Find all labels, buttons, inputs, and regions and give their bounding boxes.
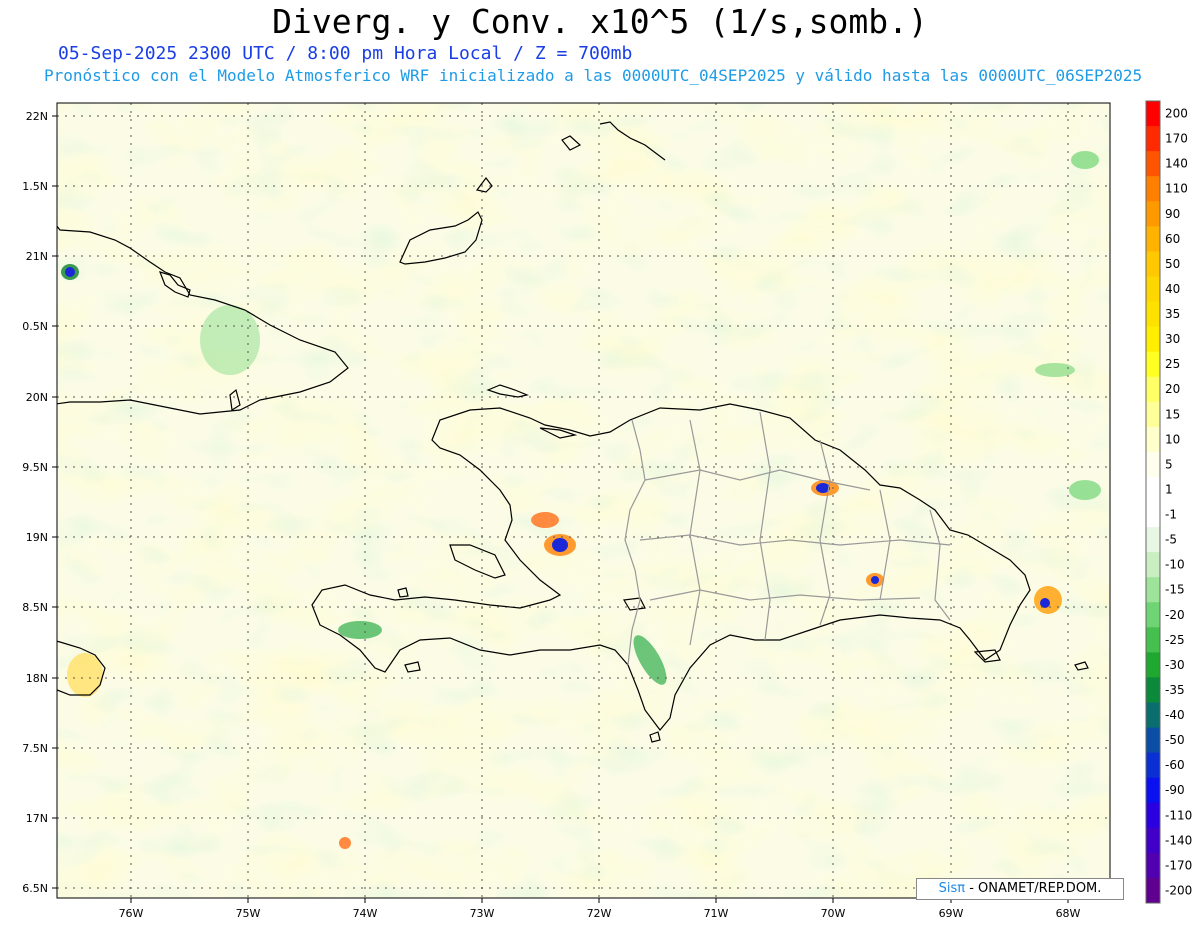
colorbar-label: 90 [1165,207,1180,221]
colorbar-swatch [1146,451,1160,478]
colorbar-swatch [1146,401,1160,428]
colorbar-label: 10 [1165,432,1180,446]
pi-symbol: π [957,881,966,896]
colorbar-label: -60 [1165,758,1185,772]
lat-label: 19N [26,531,48,544]
lat-label: 8.5N [22,601,48,614]
lat-label: 18N [26,672,48,685]
lon-label: 70W [821,907,846,920]
colorbar-label: -5 [1165,533,1177,547]
colorbar-swatch [1146,326,1160,353]
lat-label: 7.5N [22,742,48,755]
colorbar-label: 110 [1165,182,1188,196]
colorbar-label: -20 [1165,608,1185,622]
colorbar-label: 40 [1165,282,1180,296]
colorbar-swatch [1146,802,1160,829]
colorbar-swatch [1146,652,1160,678]
colorbar-swatch [1146,877,1160,904]
colorbar-swatch [1146,276,1160,302]
lat-label: 17N [26,812,48,825]
colorbar-swatch [1146,577,1160,603]
colorbar-label: -200 [1165,883,1192,897]
colorbar-swatch [1146,426,1160,453]
map-svg: 22N 1.5N 21N 0.5N 20N 9.5N 19N 8.5N 18N … [22,100,1192,920]
lon-label: 72W [587,907,612,920]
colorbar-swatch [1146,527,1160,553]
lat-label: 9.5N [22,461,48,474]
colorbar-swatch [1146,101,1160,127]
colorbar-label: 140 [1165,157,1188,171]
colorbar-swatch [1146,201,1160,227]
colorbar-swatch [1146,777,1160,804]
lon-label: 73W [470,907,495,920]
colorbar-swatch [1146,627,1160,653]
lon-label: 69W [939,907,964,920]
colorbar-swatch [1146,176,1160,202]
map-figure: 22N 1.5N 21N 0.5N 20N 9.5N 19N 8.5N 18N … [0,0,1200,927]
colorbar-swatch [1146,702,1160,729]
colorbar-label: 25 [1165,357,1180,371]
divergence-field [57,103,1110,898]
colorbar-label: -110 [1165,808,1192,822]
lat-labels: 22N 1.5N 21N 0.5N 20N 9.5N 19N 8.5N 18N … [22,110,48,895]
lat-label: 0.5N [22,320,48,333]
colorbar-label: 170 [1165,132,1188,146]
colorbar-label: -30 [1165,658,1185,672]
colorbar-label: -25 [1165,633,1185,647]
lat-label: 1.5N [22,180,48,193]
colorbar-label: 60 [1165,232,1180,246]
credit-box: Sisπ - ONAMET/REP.DOM. [916,878,1124,900]
colorbar-label: -15 [1165,583,1185,597]
lat-label: 21N [26,250,48,263]
colorbar-label: 50 [1165,257,1180,271]
colorbar-swatch [1146,752,1160,779]
lat-label: 20N [26,391,48,404]
colorbar-label: -1 [1165,508,1177,522]
colorbar-label: -140 [1165,833,1192,847]
colorbar-label: -170 [1165,858,1192,872]
colorbar-swatch [1146,301,1160,328]
colorbar-swatch [1146,552,1160,578]
lon-label: 68W [1056,907,1081,920]
lon-label: 71W [704,907,729,920]
colorbar-label: 30 [1165,332,1180,346]
colorbar-label: 1 [1165,482,1173,496]
colorbar-label: -35 [1165,683,1185,697]
lon-label: 76W [119,907,144,920]
colorbar: 200 170 140 110 90 60 50 40 35 30 25 20 15 10 5 1 -1 -5 -1… [1145,100,1192,904]
colorbar-label: 35 [1165,307,1180,321]
colorbar-label: -90 [1165,783,1185,797]
colorbar-swatch [1146,602,1160,628]
colorbar-swatch [1146,476,1160,503]
credit-text: - ONAMET/REP.DOM. [969,881,1102,896]
lat-label: 6.5N [22,882,48,895]
colorbar-swatch [1146,351,1160,378]
colorbar-swatch [1146,376,1160,403]
colorbar-label: 200 [1165,107,1188,121]
colorbar-label: 5 [1165,457,1173,471]
sispi-logo-text: Sis [938,881,958,896]
colorbar-swatch [1146,677,1160,703]
colorbar-label: 20 [1165,382,1180,396]
colorbar-swatch [1146,502,1160,528]
colorbar-swatch [1146,852,1160,879]
lon-labels: 76W 75W 74W 73W 72W 71W 70W 69W 68W [119,907,1081,920]
lon-label: 75W [236,907,261,920]
colorbar-label: -50 [1165,733,1185,747]
lat-label: 22N [26,110,48,123]
colorbar-label: -10 [1165,558,1185,572]
colorbar-swatch [1146,126,1160,152]
colorbar-label: 15 [1165,407,1180,421]
colorbar-label: -40 [1165,708,1185,722]
colorbar-swatch [1146,827,1160,854]
colorbar-swatch [1146,251,1160,277]
colorbar-swatch [1146,727,1160,754]
colorbar-swatch [1146,151,1160,177]
colorbar-swatch [1146,226,1160,252]
lon-label: 74W [353,907,378,920]
